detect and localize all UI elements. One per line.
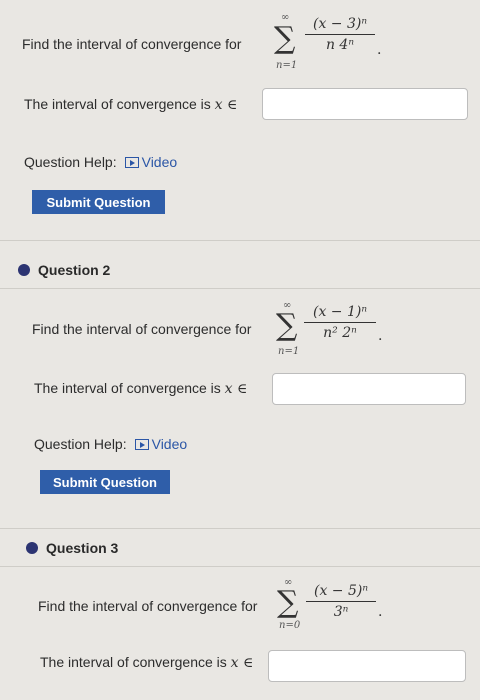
q1-help-label: Question Help: — [24, 154, 117, 170]
q1-fraction: (x − 3)ⁿ n 4ⁿ — [305, 16, 375, 53]
q1-question-help: Question Help: Video — [24, 154, 177, 170]
q3-answer-prefix: The interval of convergence is — [40, 654, 227, 670]
q2-answer-var: x ∈ — [224, 381, 248, 397]
q1-prompt: Find the interval of convergence for — [22, 36, 242, 52]
q2-denominator: n² 2ⁿ — [323, 325, 357, 341]
q1-summation-icon: ∑ — [274, 21, 296, 56]
q1-period: . — [377, 42, 382, 58]
q2-answer-input[interactable] — [272, 373, 466, 405]
q2-prompt: Find the interval of convergence for — [32, 321, 252, 337]
q2-status-dot — [18, 264, 30, 276]
q1-video-link[interactable]: Video — [124, 154, 178, 170]
video-play-icon — [124, 157, 139, 168]
divider-3 — [0, 528, 480, 529]
q2-fraction-bar — [304, 322, 376, 323]
q3-numerator: (x − 5)ⁿ — [313, 583, 369, 599]
q2-numerator: (x − 1)ⁿ — [312, 304, 368, 320]
video-play-icon — [134, 439, 149, 450]
q2-video-link[interactable]: Video — [134, 436, 188, 452]
q3-header: Question 3 — [46, 540, 119, 556]
q1-submit-button[interactable]: Submit Question — [32, 190, 165, 214]
q3-status-dot — [26, 542, 38, 554]
q2-period: . — [378, 328, 383, 344]
q1-sum-lower-limit: n=1 — [276, 60, 298, 71]
q3-sum-lower-limit: n=0 — [279, 620, 301, 631]
q1-answer-prefix: The interval of convergence is — [24, 96, 211, 112]
q3-denominator: 3ⁿ — [333, 604, 349, 620]
q3-fraction-bar — [306, 601, 376, 602]
q1-answer-input[interactable] — [262, 88, 468, 120]
q3-prompt: Find the interval of convergence for — [38, 598, 258, 614]
homework-page: Find the interval of convergence for ∞ ∑… — [0, 0, 480, 700]
q2-summation-icon: ∑ — [276, 308, 298, 343]
q3-summation-icon: ∑ — [277, 585, 299, 620]
divider-4 — [0, 566, 480, 567]
q3-fraction: (x − 5)ⁿ 3ⁿ — [306, 583, 376, 620]
q2-fraction: (x − 1)ⁿ n² 2ⁿ — [304, 304, 376, 341]
q1-denominator: n 4ⁿ — [325, 37, 355, 53]
q3-answer-label: The interval of convergence is x ∈ — [40, 654, 253, 671]
q3-answer-var: x ∈ — [230, 655, 254, 671]
q2-answer-label: The interval of convergence is x ∈ — [34, 380, 247, 397]
q2-answer-prefix: The interval of convergence is — [34, 380, 221, 396]
q1-video-label: Video — [141, 154, 178, 170]
q2-help-label: Question Help: — [34, 436, 127, 452]
q2-sum-lower-limit: n=1 — [278, 346, 300, 357]
q1-fraction-bar — [305, 34, 375, 35]
q2-submit-button[interactable]: Submit Question — [40, 470, 170, 494]
q1-numerator: (x − 3)ⁿ — [312, 16, 368, 32]
q3-answer-input[interactable] — [268, 650, 466, 682]
q3-period: . — [378, 604, 383, 620]
divider-2 — [0, 288, 480, 289]
q2-header: Question 2 — [38, 262, 111, 278]
q2-question-help: Question Help: Video — [34, 436, 187, 452]
divider-1 — [0, 240, 480, 241]
q1-answer-var: x ∈ — [214, 97, 238, 113]
q1-answer-label: The interval of convergence is x ∈ — [24, 96, 237, 113]
q2-video-label: Video — [151, 436, 188, 452]
